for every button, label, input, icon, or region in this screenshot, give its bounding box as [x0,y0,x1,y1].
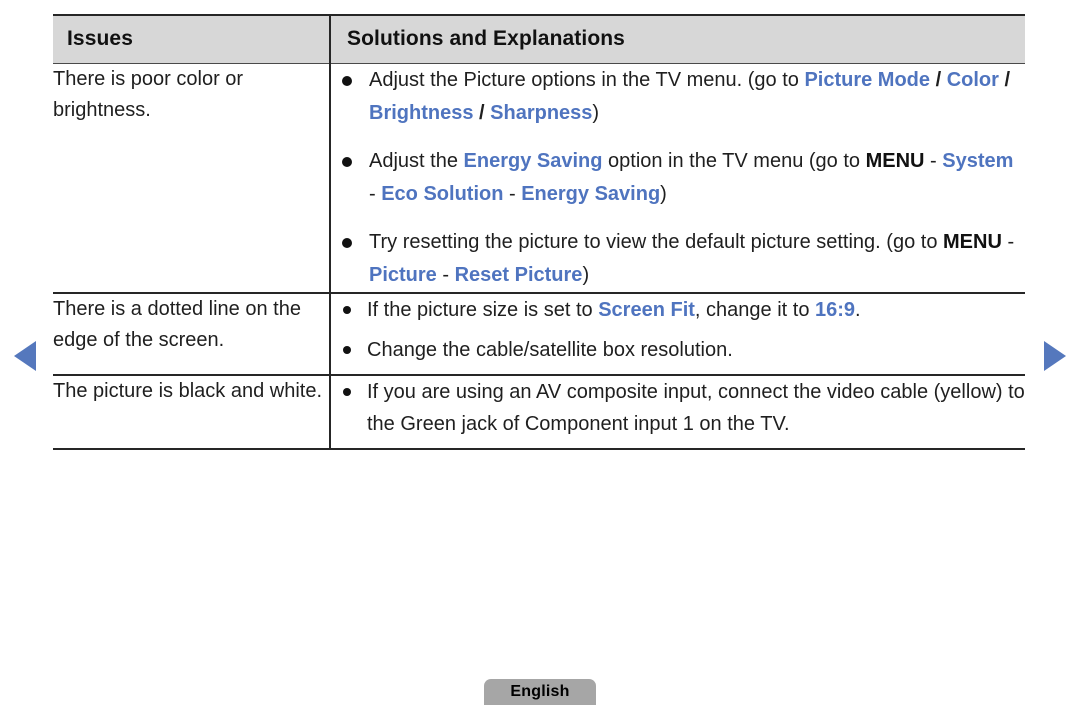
solution-bullet-list: If the picture size is set to Screen Fit… [331,294,1025,366]
column-header-solutions: Solutions and Explanations [329,14,1025,64]
text-run: If you are using an AV composite input, … [367,381,1025,435]
text-run: / [930,69,947,91]
menu-term: Energy Saving [521,183,661,205]
text-run: - [436,264,455,286]
text-run: Adjust the [369,150,464,172]
menu-term: Sharpness [490,102,593,124]
menu-term: System [942,150,1014,172]
solutions-cell: If the picture size is set to Screen Fit… [329,293,1025,376]
solution-bullet-list: If you are using an AV composite input, … [331,376,1025,440]
solution-bullet: If you are using an AV composite input, … [331,376,1025,440]
issue-cell: The picture is black and white. [53,375,330,450]
text-run: If the picture size is set to [367,299,599,321]
menu-term: Energy Saving [463,150,603,172]
text-run: Adjust the Picture options in the TV men… [369,69,805,91]
menu-term: Picture Mode [804,69,931,91]
text-run: / [998,69,1011,91]
column-header-issues: Issues [53,14,330,64]
triangle-left-icon[interactable] [14,341,36,371]
text-run: option in the TV menu (go to [602,150,866,172]
table-body: There is poor color or brightness. Adjust… [53,63,1025,450]
solution-bullet: Adjust the Energy Saving option in the T… [331,145,1025,211]
text-run: . [855,299,861,321]
menu-term: Eco Solution [381,183,504,205]
text-run: Change the cable/satellite box resolutio… [367,339,733,361]
table-row: There is a dotted line on the edge of th… [53,293,1025,376]
solution-bullet: Adjust the Picture options in the TV men… [331,64,1025,130]
text-run: - [924,150,943,172]
table-row: There is poor color or brightness. Adjust… [53,63,1025,294]
troubleshooting-table: Issues Solutions and Explanations There … [53,14,1025,450]
table-row: The picture is black and white. If you ar… [53,375,1025,450]
table-header: Issues Solutions and Explanations [53,14,1025,64]
text-run: - [1001,231,1015,253]
text-run: ) [660,183,667,205]
menu-term: 16:9 [815,299,856,321]
text-run: / [473,102,491,124]
text-run: - [369,183,382,205]
troubleshooting-table-wrapper: Issues Solutions and Explanations There … [53,14,1025,450]
issue-cell: There is poor color or brightness. [53,63,330,294]
table-header-row: Issues Solutions and Explanations [53,14,1025,64]
triangle-right-icon[interactable] [1044,341,1066,371]
key-term: MENU [865,150,925,172]
menu-term: Reset Picture [454,264,583,286]
solutions-cell: If you are using an AV composite input, … [329,375,1025,450]
solution-bullet: Change the cable/satellite box resolutio… [331,334,1025,366]
text-run: ) [592,102,600,124]
issue-cell: There is a dotted line on the edge of th… [53,293,330,376]
text-run: - [503,183,522,205]
key-term: MENU [943,231,1002,253]
language-badge: English [484,679,596,705]
menu-term: Color [946,69,999,91]
solutions-cell: Adjust the Picture options in the TV men… [329,63,1025,294]
menu-term: Picture [369,264,437,286]
menu-term: Brightness [369,102,474,124]
solution-bullet-list: Adjust the Picture options in the TV men… [331,64,1025,292]
text-run: Try resetting the picture to view the de… [369,231,943,253]
text-run: ) [582,264,590,286]
solution-bullet: Try resetting the picture to view the de… [331,226,1025,292]
text-run: , change it to [694,299,815,321]
menu-term: Screen Fit [598,299,695,321]
solution-bullet: If the picture size is set to Screen Fit… [331,294,1025,326]
